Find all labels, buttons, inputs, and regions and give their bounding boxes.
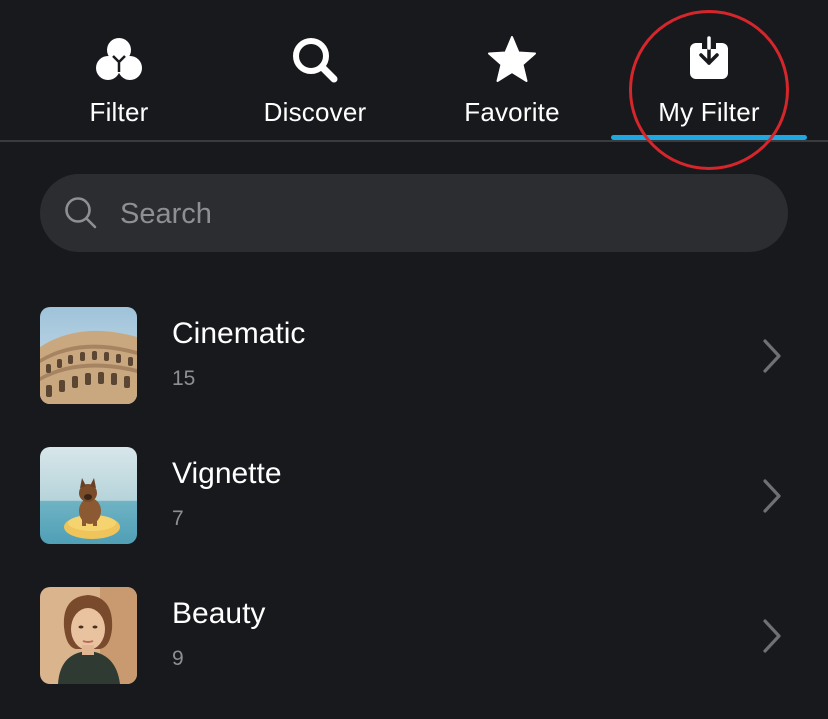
list-item-vignette[interactable]: Vignette 7 (0, 447, 828, 547)
search-bar[interactable] (40, 174, 788, 254)
tab-my-filter[interactable]: My Filter (611, 0, 807, 140)
download-box-icon (683, 34, 735, 86)
dog-on-paddleboard-thumbnail (40, 447, 137, 544)
list-item-title: Vignette (172, 457, 282, 490)
list-item-beauty[interactable]: Beauty 9 (0, 587, 828, 687)
list-item-count: 9 (172, 647, 184, 670)
star-icon (486, 34, 538, 86)
tab-filter[interactable]: Filter (21, 0, 217, 140)
list-item-count: 7 (172, 507, 184, 530)
tab-my-filter-label: My Filter (658, 97, 760, 127)
app-screen: Filter Discover Favorite My Filter Searc… (0, 0, 828, 719)
tab-favorite-label: Favorite (464, 97, 560, 127)
tab-discover-label: Discover (263, 97, 367, 127)
colosseum-thumbnail (40, 307, 137, 404)
tab-favorite[interactable]: Favorite (414, 0, 610, 140)
list-item-title: Cinematic (172, 317, 306, 350)
filter-circles-icon (93, 34, 145, 86)
search-icon (289, 34, 341, 86)
list-item-count: 15 (172, 367, 196, 390)
list-item-cinematic[interactable]: Cinematic 15 (0, 307, 828, 407)
chevron-right-icon (760, 477, 784, 515)
list-item-title: Beauty (172, 597, 266, 630)
tab-bar: Filter Discover Favorite My Filter (0, 0, 828, 170)
active-tab-indicator (611, 135, 807, 140)
search-input[interactable] (118, 174, 762, 254)
chevron-right-icon (760, 617, 784, 655)
chevron-right-icon (760, 337, 784, 375)
search-icon (62, 194, 100, 232)
tab-filter-label: Filter (89, 97, 149, 127)
tab-discover[interactable]: Discover (217, 0, 413, 140)
woman-portrait-thumbnail (40, 587, 137, 684)
